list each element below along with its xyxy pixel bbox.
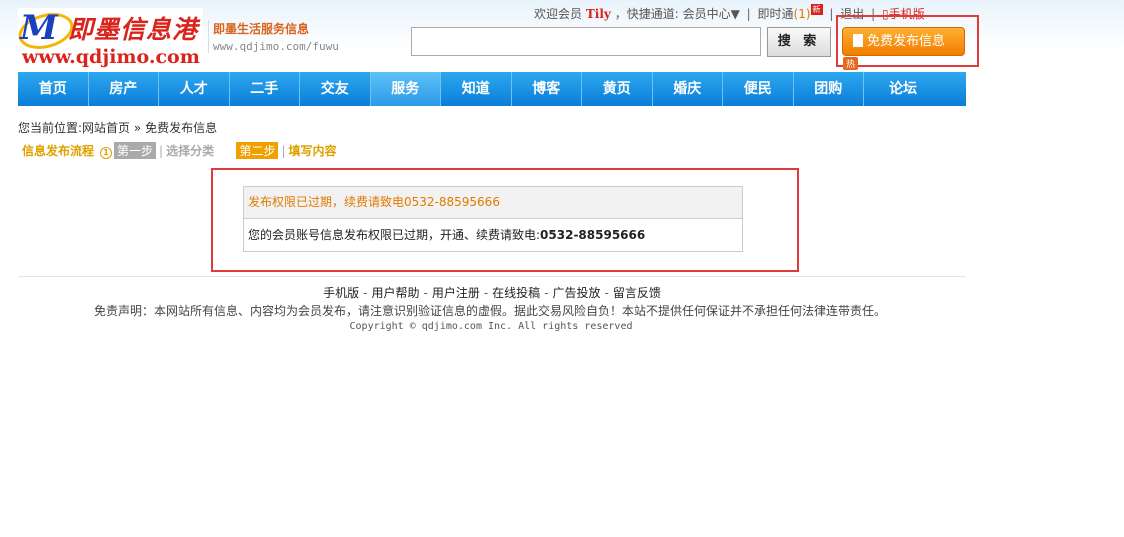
notice-body: 您的会员账号信息发布权限已过期，开通、续费请致电:0532-88595666	[244, 219, 742, 252]
step1-number: 第一步	[114, 142, 157, 159]
footer-link-submit[interactable]: 在线投稿	[492, 286, 540, 300]
footer-link-mobile[interactable]: 手机版	[323, 286, 359, 300]
nav-item-house[interactable]: 房产	[89, 72, 159, 106]
footer-disclaimer: 免责声明：本网站所有信息、内容均为会员发布，请注意识别验证信息的虚假。据此交易风…	[93, 304, 886, 318]
separator: |	[829, 7, 834, 21]
step-divider: |	[281, 144, 286, 158]
logo-url-text: www.qdjimo.com	[22, 46, 200, 68]
notice-phone: 0532-88595666	[540, 228, 646, 242]
hot-badge: 热	[843, 57, 859, 70]
breadcrumb-arrow: »	[133, 121, 142, 135]
footer-link-ads[interactable]: 广告投放	[553, 286, 601, 300]
footer-dash: -	[483, 286, 489, 300]
step1-label: 选择分类	[166, 144, 215, 158]
main-nav: 首页 房产 人才 二手 交友 服务 知道 博客 黄页 婚庆 便民 团购 论坛	[18, 72, 966, 106]
member-center-menu[interactable]: 会员中心▼	[683, 7, 740, 21]
nav-item-convenience[interactable]: 便民	[723, 72, 794, 106]
step2-label: 填写内容	[288, 144, 337, 158]
nav-item-groupbuy[interactable]: 团购	[794, 72, 864, 106]
nav-item-blog[interactable]: 博客	[512, 72, 582, 106]
instant-count: (1)	[793, 7, 811, 21]
tagline-url: www.qdjimo.com/fuwu	[213, 40, 339, 53]
search-input[interactable]	[411, 27, 761, 56]
search-button[interactable]: 搜 索	[767, 27, 831, 57]
breadcrumb-current: 免费发布信息	[145, 121, 218, 135]
document-icon	[853, 34, 863, 47]
free-publish-button[interactable]: 免费发布信息	[842, 27, 965, 56]
footer-links: 手机版 - 用户帮助 - 用户注册 - 在线投稿 - 广告投放 - 留言反馈	[0, 284, 984, 301]
footer-link-help[interactable]: 用户帮助	[371, 286, 419, 300]
tagline-title: 即墨生活服务信息	[213, 22, 310, 36]
footer-divider	[18, 276, 966, 277]
step-circle-icon: 1	[100, 147, 113, 159]
nav-item-qa[interactable]: 知道	[441, 72, 512, 106]
footer-dash: -	[363, 286, 368, 300]
welcome-text: 欢迎会员	[534, 7, 583, 21]
breadcrumb-prefix: 您当前位置:	[18, 121, 83, 135]
breadcrumb: 您当前位置:网站首页 » 免费发布信息	[18, 119, 217, 136]
nav-item-forum[interactable]: 论坛	[864, 72, 942, 106]
message-highlight-frame: 发布权限已过期，续费请致电0532-88595666 您的会员账号信息发布权限已…	[211, 168, 799, 272]
footer-copyright: Copyright © qdjimo.com Inc. All rights r…	[349, 321, 633, 332]
nav-item-home[interactable]: 首页	[18, 72, 89, 106]
expired-notice-box: 发布权限已过期，续费请致电0532-88595666 您的会员账号信息发布权限已…	[243, 186, 743, 252]
footer-link-feedback[interactable]: 留言反馈	[613, 286, 661, 300]
nav-item-yellowpages[interactable]: 黄页	[582, 72, 653, 106]
footer-link-register[interactable]: 用户注册	[432, 286, 480, 300]
notice-title: 发布权限已过期，续费请致电0532-88595666	[244, 187, 742, 219]
footer-dash: -	[423, 286, 428, 300]
steps-flow-label: 信息发布流程	[22, 144, 95, 158]
nav-item-jobs[interactable]: 人才	[159, 72, 230, 106]
publish-steps: 信息发布流程 1 第一步 | 选择分类 第二步 | 填写内容	[22, 142, 337, 159]
step2-number: 第二步	[236, 142, 279, 159]
breadcrumb-home-link[interactable]: 网站首页	[82, 121, 130, 135]
new-badge: 新	[810, 4, 823, 15]
nav-item-dating[interactable]: 交友	[300, 72, 371, 106]
site-tagline: 即墨生活服务信息 www.qdjimo.com/fuwu	[208, 20, 339, 53]
quick-access-label: ，快捷通道:	[614, 7, 679, 21]
nav-item-services[interactable]: 服务	[370, 72, 441, 106]
nav-item-wedding[interactable]: 婚庆	[653, 72, 723, 106]
footer-dash: -	[544, 286, 549, 300]
separator: |	[746, 7, 751, 21]
publish-label: 免费发布信息	[867, 34, 946, 49]
site-logo[interactable]: M 即墨信息港 www.qdjimo.com	[14, 7, 203, 74]
logo-m-icon: M	[20, 8, 58, 48]
footer-dash: -	[604, 286, 609, 300]
nav-item-secondhand[interactable]: 二手	[230, 72, 300, 106]
step-divider: |	[159, 144, 164, 158]
instant-messenger-link[interactable]: 即时通	[758, 7, 794, 21]
notice-body-text: 您的会员账号信息发布权限已过期，开通、续费请致电:	[248, 228, 541, 242]
username-link[interactable]: Tily	[586, 7, 611, 21]
logo-brand-text: 即墨信息港	[68, 15, 199, 44]
